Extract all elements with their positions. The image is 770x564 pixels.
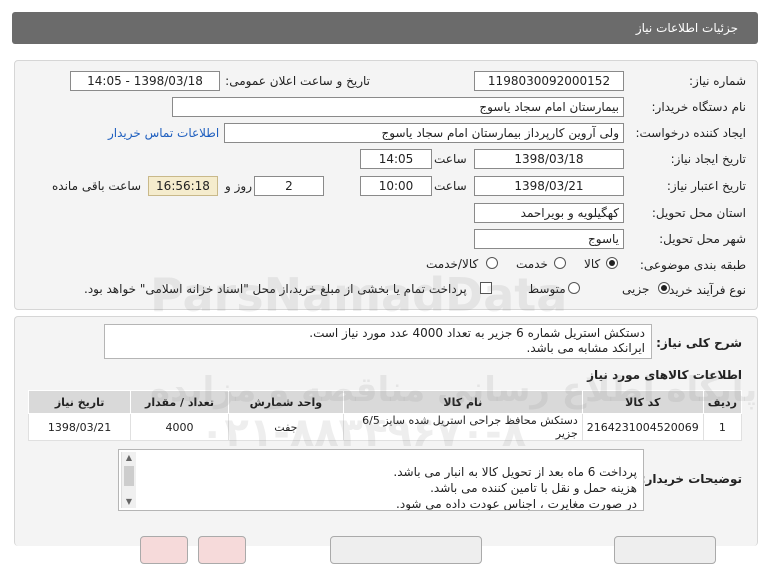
remaining-time-field: 16:56:18 [148,176,218,196]
page-header: جزئیات اطلاعات نیاز [12,12,758,44]
bottom-button-1[interactable] [140,536,188,564]
province-label: استان محل تحویل: [651,206,746,220]
validity-date-field[interactable]: 1398/03/21 [474,176,624,196]
description-label: شرح کلی نیاز: [656,336,742,350]
category-label: طبقه بندی موضوعی: [639,258,746,272]
buyer-notes-box: ▲ ▼ پرداخت 6 ماه بعد از تحویل کالا به ان… [118,449,644,511]
created-time-field[interactable]: 14:05 [360,149,432,169]
description-box: دستکش استریل شماره 6 جزیر به تعداد 4000 … [104,324,652,359]
col-row: ردیف [702,390,743,414]
col-qty: تعداد / مقدار [130,390,229,414]
remaining-label: ساعت باقی مانده [52,179,142,193]
buyer-notes-line-2: هزینه حمل و نقل با تامین کننده می باشد. [430,481,637,495]
buyer-notes-label: توضیحات خریدار: [640,472,742,486]
days-label: روز و [225,179,252,193]
purchase-medium-radio[interactable] [568,282,580,294]
cell-row: 1 [702,413,743,441]
validity-label: تاریخ اعتبار نیاز: [666,179,746,193]
col-code: کد کالا [581,390,704,414]
table-row[interactable]: 1 2164231004520069 دستکش محافظ جراحی است… [27,413,743,441]
purchase-type-label: نوع فرآیند خرید : [661,283,746,297]
category-service-label: خدمت [516,257,548,271]
buyer-notes-line-1: پرداخت 6 ماه بعد از تحویل کالا به انبار … [393,465,637,479]
description-line-1: دستکش استریل شماره 6 جزیر به تعداد 4000 … [309,326,645,340]
created-hour-label: ساعت [434,152,467,166]
buyer-org-label: نام دستگاه خریدار: [651,100,747,114]
bottom-button-3[interactable] [330,536,482,564]
scroll-down-icon[interactable]: ▼ [124,498,134,506]
buyer-notes-line-3: در صورت مغایرت ، اجناس عودت داده می شود. [396,497,637,511]
need-number-label: شماره نیاز: [689,74,746,88]
scroll-thumb[interactable] [124,466,134,486]
buyer-notes-scrollbar[interactable]: ▲ ▼ [121,452,136,508]
purchase-minor-label: جزیی [622,282,650,296]
category-goods-service-label: کالا/خدمت [426,257,479,271]
need-number-field[interactable]: 1198030092000152 [474,71,624,91]
purchase-medium-label: متوسط [528,282,566,296]
bottom-button-4[interactable] [614,536,716,564]
treasury-payment-checkbox[interactable] [480,282,492,294]
purchase-minor-radio[interactable] [658,282,670,294]
city-field[interactable]: یاسوج [474,229,624,249]
cell-qty: 4000 [130,413,229,441]
category-goods-label: کالا [584,257,601,271]
description-line-2: ایرانکد مشابه می باشد. [526,341,646,355]
validity-time-field[interactable]: 10:00 [360,176,432,196]
category-goods-radio[interactable] [606,257,618,269]
category-service-radio[interactable] [554,257,566,269]
city-label: شهر محل تحویل: [659,232,746,246]
items-table-header: ردیف کد کالا نام کالا واحد شمارش تعداد /… [27,390,743,414]
cell-code: 2164231004520069 [581,413,704,441]
province-field[interactable]: کهگیلویه و بویراحمد [474,203,624,223]
validity-hour-label: ساعت [434,179,467,193]
col-date: تاریخ نیاز [27,390,132,414]
days-field[interactable]: 2 [254,176,324,196]
items-section-title: اطلاعات کالاهای مورد نیاز [587,368,742,382]
col-name: نام کالا [342,390,583,414]
requester-label: ایجاد کننده درخواست: [635,126,746,140]
buyer-org-field[interactable]: بیمارستان امام سجاد یاسوج [172,97,624,117]
items-table: ردیف کد کالا نام کالا واحد شمارش تعداد /… [27,390,743,441]
cell-unit: جفت [227,413,344,441]
category-goods-service-radio[interactable] [486,257,498,269]
scroll-up-icon[interactable]: ▲ [124,454,134,462]
treasury-payment-note: پرداخت تمام یا بخشی از مبلغ خرید،از محل … [84,282,467,296]
announce-field[interactable]: 1398/03/18 - 14:05 [70,71,220,91]
requester-field[interactable]: ولی آروین کارپرداز بیمارستان امام سجاد ی… [224,123,624,143]
page-title: جزئیات اطلاعات نیاز [635,21,738,35]
bottom-button-2[interactable] [198,536,246,564]
created-date-field[interactable]: 1398/03/18 [474,149,624,169]
announce-label: تاریخ و ساعت اعلان عمومی: [225,74,370,88]
cell-name: دستکش محافظ جراحی استریل شده سایز 6/5 جز… [342,413,583,441]
col-unit: واحد شمارش [227,390,344,414]
cell-date: 1398/03/21 [27,413,132,441]
buyer-contact-link[interactable]: اطلاعات تماس خریدار [108,126,219,140]
created-date-label: تاریخ ایجاد نیاز: [670,152,746,166]
